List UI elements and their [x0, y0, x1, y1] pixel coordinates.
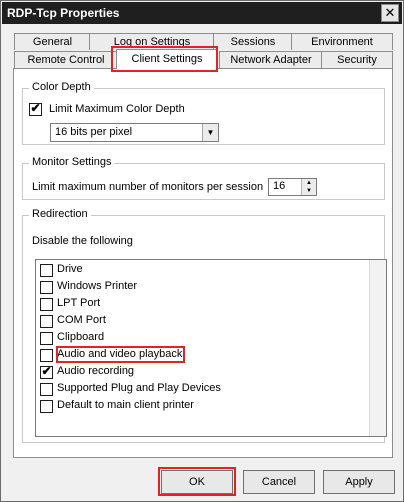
item-label: LPT Port: [57, 297, 101, 309]
checkbox[interactable]: [40, 349, 53, 362]
checkbox[interactable]: [40, 400, 53, 413]
cancel-button[interactable]: Cancel: [243, 470, 315, 494]
tab-label: Sessions: [230, 36, 276, 48]
group-title: Color Depth: [29, 81, 94, 93]
limit-color-depth-label: Limit Maximum Color Depth: [49, 103, 185, 115]
group-title: Monitor Settings: [29, 156, 115, 168]
chevron-down-icon: ▼: [202, 124, 218, 141]
item-label: Default to main client printer: [57, 399, 194, 411]
tab-label: Log on Settings: [113, 36, 191, 48]
group-title: Redirection: [29, 208, 91, 220]
tab-log-on-settings[interactable]: Log on Settings: [89, 33, 215, 50]
item-label: Drive: [57, 263, 83, 275]
monitor-limit-label: Limit maximum number of monitors per ses…: [32, 181, 264, 193]
color-depth-select[interactable]: 16 bits per pixel ▼: [50, 123, 219, 142]
monitor-count-spinner[interactable]: 16 ▲ ▼: [268, 178, 317, 196]
tab-sessions[interactable]: Sessions: [213, 33, 293, 50]
tab-label: Client Settings: [131, 53, 203, 65]
ok-button[interactable]: OK: [161, 470, 233, 494]
ok-label: OK: [189, 476, 205, 488]
checkbox[interactable]: [40, 332, 53, 345]
tab-label: Remote Control: [27, 54, 105, 66]
checkbox[interactable]: [40, 281, 53, 294]
close-icon: ✕: [384, 5, 396, 20]
monitor-count-value: 16: [273, 180, 286, 192]
spin-down-icon[interactable]: ▼: [301, 187, 316, 195]
list-scrollbar[interactable]: [369, 260, 386, 436]
item-label: Audio recording: [57, 365, 135, 377]
title-bar: RDP-Tcp Properties ✕: [2, 2, 402, 24]
item-label: Windows Printer: [57, 280, 138, 292]
check-icon: ✔: [41, 364, 52, 378]
item-label: Supported Plug and Play Devices: [57, 382, 221, 394]
checkbox[interactable]: [40, 298, 53, 311]
tab-remote-control[interactable]: Remote Control: [14, 51, 118, 68]
checkbox[interactable]: [40, 383, 53, 396]
tab-label: Environment: [311, 36, 373, 48]
item-label: Audio and video playback: [57, 348, 183, 360]
close-button[interactable]: ✕: [381, 4, 399, 22]
tab-environment[interactable]: Environment: [291, 33, 393, 50]
tab-label: Network Adapter: [230, 54, 312, 66]
cancel-label: Cancel: [261, 476, 297, 488]
item-label: COM Port: [57, 314, 106, 326]
limit-color-depth-checkbox[interactable]: ✔: [29, 101, 42, 116]
spin-up-icon[interactable]: ▲: [301, 179, 316, 187]
redirection-subtitle: Disable the following: [32, 235, 133, 247]
tab-security[interactable]: Security: [321, 51, 393, 68]
apply-button[interactable]: Apply: [323, 470, 395, 494]
item-label: Clipboard: [57, 331, 105, 343]
tab-general[interactable]: General: [14, 33, 91, 50]
tab-client-settings[interactable]: Client Settings: [116, 49, 218, 69]
checkbox[interactable]: ✔: [40, 364, 53, 379]
tab-network-adapter[interactable]: Network Adapter: [219, 51, 323, 68]
checkbox[interactable]: [40, 315, 53, 328]
monitor-settings-group: Monitor Settings Limit maximum number of…: [22, 156, 385, 200]
tab-panel-client-settings: Color Depth ✔ Limit Maximum Color Depth …: [13, 68, 393, 458]
tab-label: General: [32, 36, 73, 48]
color-depth-value: 16 bits per pixel: [55, 126, 133, 138]
window-title: RDP-Tcp Properties: [7, 6, 120, 20]
properties-dialog: RDP-Tcp Properties ✕ General Log on Sett…: [0, 0, 404, 502]
check-icon: ✔: [30, 101, 41, 115]
tab-label: Security: [337, 54, 377, 66]
color-depth-group: Color Depth ✔ Limit Maximum Color Depth …: [22, 81, 385, 145]
apply-label: Apply: [345, 476, 373, 488]
checkbox[interactable]: [40, 264, 53, 277]
redirection-list: Drive Windows Printer LPT Port COM Port …: [35, 259, 387, 437]
